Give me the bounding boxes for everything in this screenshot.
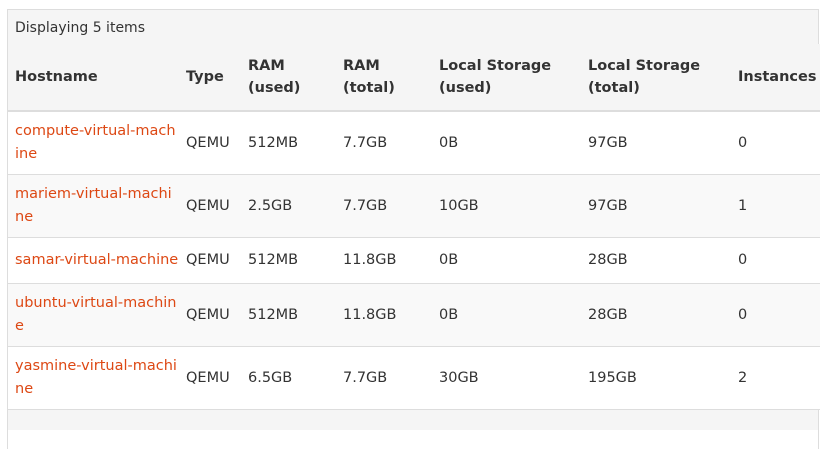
table-row: ubuntu-virtual-machine QEMU 512MB 11.8GB… — [8, 283, 820, 347]
hypervisors-table: Hostname Type RAM (used) RAM (total) Local… — [8, 44, 820, 410]
table-row: compute-virtual-machine QEMU 512MB 7.7GB… — [8, 111, 820, 175]
storage-used-cell: 0B — [432, 111, 581, 175]
type-cell: QEMU — [179, 283, 241, 347]
storage-total-cell: 28GB — [581, 237, 731, 284]
table-header-row: Hostname Type RAM (used) RAM (total) Local… — [8, 44, 820, 112]
hostname-link[interactable]: compute-virtual-machine — [15, 123, 176, 162]
instances-cell: 1 — [731, 174, 820, 238]
hostname-link[interactable]: samar-virtual-machine — [15, 252, 178, 268]
ram-total-cell: 7.7GB — [336, 346, 432, 410]
column-header-hostname[interactable]: Hostname — [8, 44, 179, 112]
table-row: samar-virtual-machine QEMU 512MB 11.8GB … — [8, 237, 820, 284]
hostname-link[interactable]: mariem-virtual-machine — [15, 186, 172, 225]
instances-cell: 0 — [731, 237, 820, 284]
ram-used-cell: 512MB — [241, 111, 336, 175]
ram-total-cell: 11.8GB — [336, 283, 432, 347]
column-header-type[interactable]: Type — [179, 44, 241, 112]
column-header-ram-total[interactable]: RAM (total) — [336, 44, 432, 112]
instances-cell: 0 — [731, 283, 820, 347]
column-header-storage-used[interactable]: Local Storage (used) — [432, 44, 581, 112]
storage-total-cell: 28GB — [581, 283, 731, 347]
storage-total-cell: 97GB — [581, 174, 731, 238]
table-row: mariem-virtual-machine QEMU 2.5GB 7.7GB … — [8, 174, 820, 238]
type-cell: QEMU — [179, 111, 241, 175]
type-cell: QEMU — [179, 346, 241, 410]
table-footer — [8, 410, 818, 430]
item-count-caption: Displaying 5 items — [8, 10, 818, 44]
storage-used-cell: 0B — [432, 283, 581, 347]
ram-total-cell: 11.8GB — [336, 237, 432, 284]
ram-used-cell: 512MB — [241, 237, 336, 284]
ram-total-cell: 7.7GB — [336, 111, 432, 175]
storage-used-cell: 30GB — [432, 346, 581, 410]
hypervisors-table-panel: Displaying 5 items Hostname Type RAM (use… — [7, 9, 820, 449]
ram-used-cell: 512MB — [241, 283, 336, 347]
storage-used-cell: 10GB — [432, 174, 581, 238]
type-cell: QEMU — [179, 174, 241, 238]
storage-total-cell: 97GB — [581, 111, 731, 175]
column-header-ram-used[interactable]: RAM (used) — [241, 44, 336, 112]
instances-cell: 2 — [731, 346, 820, 410]
hostname-link[interactable]: ubuntu-virtual-machine — [15, 295, 176, 334]
type-cell: QEMU — [179, 237, 241, 284]
storage-used-cell: 0B — [432, 237, 581, 284]
column-header-instances[interactable]: Instances — [731, 44, 820, 112]
table-row: yasmine-virtual-machine QEMU 6.5GB 7.7GB… — [8, 346, 820, 410]
column-header-storage-total[interactable]: Local Storage (total) — [581, 44, 731, 112]
hostname-link[interactable]: yasmine-virtual-machine — [15, 358, 177, 397]
ram-total-cell: 7.7GB — [336, 174, 432, 238]
ram-used-cell: 2.5GB — [241, 174, 336, 238]
instances-cell: 0 — [731, 111, 820, 175]
storage-total-cell: 195GB — [581, 346, 731, 410]
ram-used-cell: 6.5GB — [241, 346, 336, 410]
